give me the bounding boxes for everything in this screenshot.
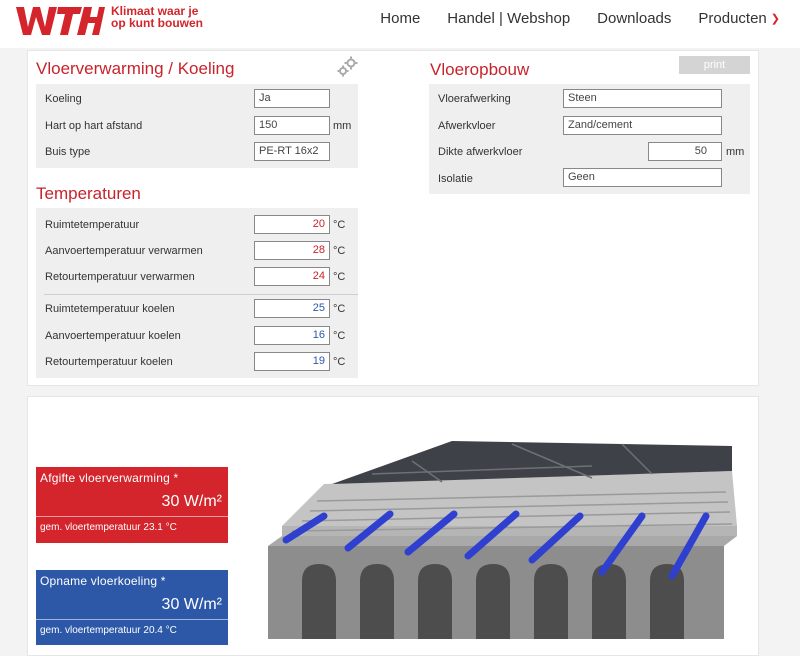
label-hart-op-hart: Hart op hart afstand: [45, 120, 143, 132]
label-afwerkvloer: Afwerkvloer: [438, 120, 496, 132]
ruimtetemperatuur-koelen-field[interactable]: 25: [254, 299, 330, 318]
gear-icon[interactable]: [336, 55, 360, 79]
unit-mm: mm: [333, 120, 352, 132]
label-vloerafwerking: Vloerafwerking: [438, 93, 511, 105]
floor-construction-illustration: [268, 441, 737, 639]
unit-celsius: °C: [333, 330, 346, 342]
heating-result-title: Afgifte vloerverwarming *: [40, 471, 179, 485]
cooling-result-floor-temp: gem. vloertemperatuur 20.4 °C: [40, 625, 177, 636]
heating-result-card: Afgifte vloerverwarming * 30 W/m² gem. v…: [36, 467, 228, 543]
heating-result-value: 30 W/m²: [161, 493, 222, 510]
unit-mm: mm: [726, 146, 745, 158]
nav-handel-webshop[interactable]: Handel | Webshop: [447, 10, 570, 27]
tagline-line-2: op kunt bouwen: [111, 16, 203, 30]
aanvoer-verwarmen-field[interactable]: 28: [254, 241, 330, 260]
nav-producten-label: Producten: [698, 10, 767, 27]
retour-koelen-field[interactable]: 19: [254, 352, 330, 371]
heating-result-floor-temp: gem. vloertemperatuur 23.1 °C: [40, 522, 177, 533]
cooling-result-title: Opname vloerkoeling *: [40, 574, 166, 588]
logo[interactable]: Klimaat waar je op kunt bouwen: [14, 5, 203, 37]
hart-op-hart-field[interactable]: 150: [254, 116, 330, 135]
chevron-down-icon: ❯: [770, 13, 780, 25]
koeling-field[interactable]: Ja: [254, 89, 330, 108]
section-title-vloeropbouw: Vloeropbouw: [430, 60, 530, 79]
ruimtetemperatuur-field[interactable]: 20: [254, 215, 330, 234]
label-koeling: Koeling: [45, 93, 82, 105]
nav-home[interactable]: Home: [380, 10, 420, 27]
dikte-afwerkvloer-field[interactable]: 50: [648, 142, 722, 161]
unit-celsius: °C: [333, 219, 346, 231]
label-ruimtetemperatuur: Ruimtetemperatuur: [45, 219, 140, 231]
isolatie-field[interactable]: Geen: [563, 168, 722, 187]
afwerkvloer-field[interactable]: Zand/cement: [563, 116, 722, 135]
label-retour-koelen: Retourtemperatuur koelen: [45, 356, 173, 368]
site-header: Klimaat waar je op kunt bouwen Home Hand…: [0, 0, 800, 48]
label-buis-type: Buis type: [45, 146, 91, 158]
label-retour-verwarmen: Retourtemperatuur verwarmen: [45, 271, 195, 283]
vloerafwerking-field[interactable]: Steen: [563, 89, 722, 108]
retour-verwarmen-field[interactable]: 24: [254, 267, 330, 286]
unit-celsius: °C: [333, 271, 346, 283]
unit-celsius: °C: [333, 245, 346, 257]
logo-tagline: Klimaat waar je op kunt bouwen: [111, 5, 203, 29]
section-title-temperaturen: Temperaturen: [36, 184, 141, 203]
cooling-result-card: Opname vloerkoeling * 30 W/m² gem. vloer…: [36, 570, 228, 645]
label-aanvoer-koelen: Aanvoertemperatuur koelen: [45, 330, 181, 342]
unit-celsius: °C: [333, 303, 346, 315]
print-button[interactable]: print: [679, 56, 750, 74]
main-nav: Home Handel | Webshop Downloads Producte…: [353, 10, 780, 27]
wth-logo-mark: [16, 7, 105, 35]
nav-downloads[interactable]: Downloads: [597, 10, 671, 27]
buis-type-field[interactable]: PE-RT 16x2: [254, 142, 330, 161]
unit-celsius: °C: [333, 356, 346, 368]
nav-producten[interactable]: Producten ❯: [698, 10, 780, 27]
section-title-vloerverwarming: Vloerverwarming / Koeling: [36, 59, 235, 78]
label-dikte-afwerkvloer: Dikte afwerkvloer: [438, 146, 523, 158]
cooling-result-value: 30 W/m²: [161, 596, 222, 613]
temperature-divider: [44, 294, 358, 295]
label-isolatie: Isolatie: [438, 173, 473, 185]
label-aanvoer-verwarmen: Aanvoertemperatuur verwarmen: [45, 245, 203, 257]
label-ruimtetemperatuur-koelen: Ruimtetemperatuur koelen: [45, 303, 175, 315]
aanvoer-koelen-field[interactable]: 16: [254, 326, 330, 345]
